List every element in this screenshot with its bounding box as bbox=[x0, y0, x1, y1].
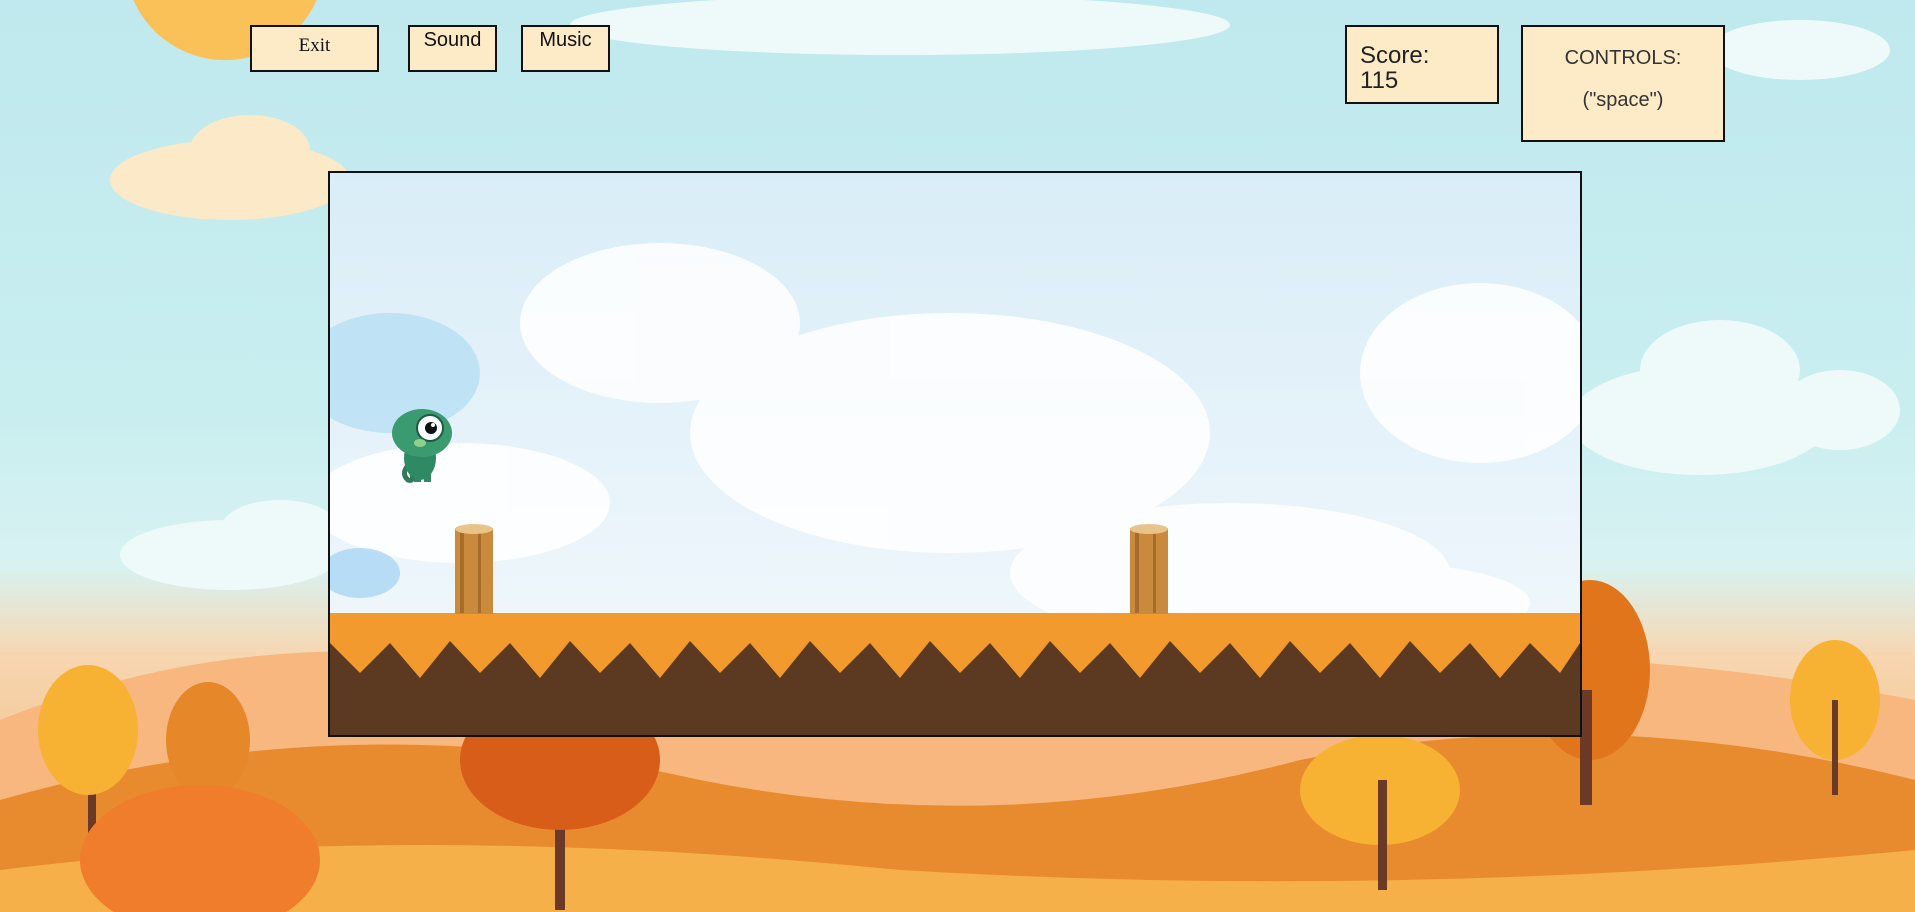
controls-title: CONTROLS: bbox=[1564, 47, 1682, 69]
controls-key: ("space") bbox=[1582, 89, 1664, 111]
game-scene bbox=[330, 173, 1580, 735]
log-stump-1 bbox=[455, 524, 493, 614]
log-stump-2 bbox=[1130, 524, 1168, 614]
music-button[interactable]: Music bbox=[521, 25, 610, 72]
sound-button[interactable]: Sound bbox=[408, 25, 497, 72]
game-canvas[interactable] bbox=[328, 171, 1582, 737]
score-label: Score: bbox=[1360, 42, 1430, 69]
score-value: 115 bbox=[1360, 67, 1399, 94]
controls-panel: CONTROLS: ("space") bbox=[1521, 25, 1725, 142]
score-panel: Score: 115 bbox=[1345, 25, 1499, 104]
exit-button[interactable]: Exit bbox=[250, 25, 379, 72]
